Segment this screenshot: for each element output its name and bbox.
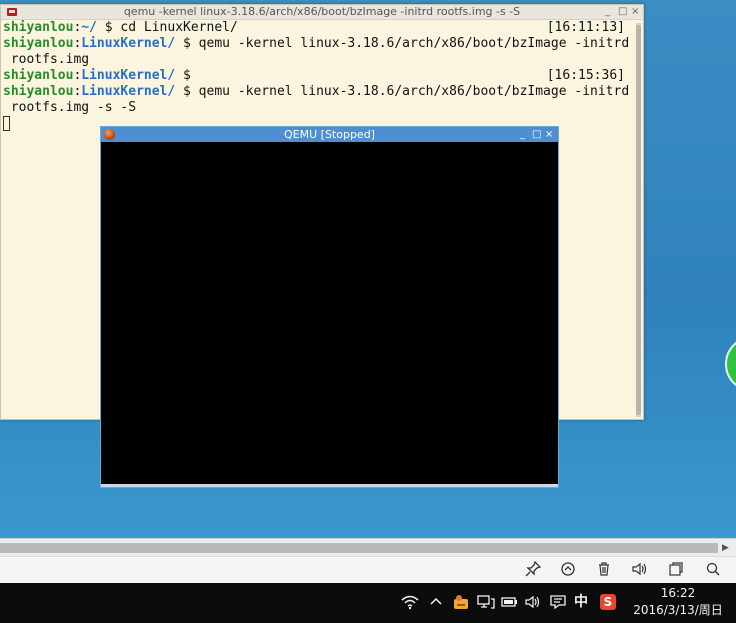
search-icon[interactable] [704,561,722,579]
taskbar: 中 S 16:22 2016/3/13/周日 [0,583,736,623]
command-text: $ [175,68,191,83]
wifi-icon[interactable] [400,594,420,615]
command-text: $ qemu -kernel linux-3.18.6/arch/x86/boo… [175,36,630,51]
clock[interactable]: 16:22 2016/3/13/周日 [628,585,728,619]
terminal-titlebar[interactable]: qemu -kernel linux-3.18.6/arch/x86/boot/… [1,5,643,20]
timestamp: [16:11:13] [546,20,625,35]
scroll-right-arrow-icon[interactable]: ▶ [722,542,729,554]
timestamp: [16:15:36] [546,68,625,83]
qemu-title: QEMU [Stopped] [284,128,375,141]
command-text: rootfs.img -s -S [3,100,137,115]
refresh-icon[interactable] [559,561,577,579]
prompt-path: LinuxKernel/ [81,36,176,51]
network-icon[interactable] [477,594,495,615]
prompt-path: ~/ [81,20,97,35]
terminal-line: rootfs.img -s -S [3,100,643,116]
terminal-line: rootfs.img [3,52,643,68]
qemu-titlebar[interactable]: QEMU [Stopped] _ □ × [101,127,558,142]
notification-icon[interactable] [549,594,567,615]
chevron-up-icon[interactable] [428,594,444,613]
terminal-line: shiyanlou:LinuxKernel/ $ qemu -kernel li… [3,36,643,52]
pin-icon[interactable] [524,560,542,579]
clock-date: 2016/3/13/周日 [633,603,723,617]
qemu-window-border [101,484,558,487]
minimize-button[interactable]: _ [605,5,610,19]
terminal-line: shiyanlou:LinuxKernel/ $ qemu -kernel li… [3,84,643,100]
command-text: $ cd LinuxKernel/ [96,20,238,35]
qemu-window[interactable]: QEMU [Stopped] _ □ × [100,126,559,488]
terminal-scrollbar[interactable] [636,23,641,417]
maximize-button[interactable]: □ [618,5,627,19]
prompt-user: shiyanlou [3,68,74,83]
host-toolbar [0,556,736,584]
sogou-icon[interactable]: S [600,594,616,610]
qemu-close-button[interactable]: × [545,127,553,142]
qemu-maximize-button[interactable]: □ [532,127,541,142]
command-text: rootfs.img [3,52,90,67]
prompt-user: shiyanlou [3,84,74,99]
prompt-path: LinuxKernel/ [81,68,176,83]
terminal-title: qemu -kernel linux-3.18.6/arch/x86/boot/… [123,5,521,18]
terminal-output[interactable]: shiyanlou:~/ $ cd LinuxKernel/[16:11:13]… [1,20,643,132]
volume-icon[interactable] [631,561,649,579]
clock-time: 16:22 [660,586,696,600]
window-icon[interactable] [667,561,685,579]
qemu-minimize-button[interactable]: _ [520,127,525,142]
desktop-green-circle [725,336,736,392]
terminal-scrollbar-thumb[interactable] [636,25,641,415]
prompt-user: shiyanlou [3,20,74,35]
terminal-line: shiyanlou:~/ $ cd LinuxKernel/[16:11:13] [3,20,643,36]
command-text: $ qemu -kernel linux-3.18.6/arch/x86/boo… [175,84,630,99]
terminal-line: shiyanlou:LinuxKernel/ $ [16:15:36] [3,68,643,84]
text-cursor [3,116,10,131]
trash-icon[interactable] [595,561,613,579]
host-scrollbar-thumb[interactable] [0,543,718,553]
prompt-path: LinuxKernel/ [81,84,176,99]
qemu-display[interactable] [101,142,558,484]
close-button[interactable]: × [631,5,639,19]
prompt-user: shiyanlou [3,36,74,51]
speaker-icon[interactable] [524,594,542,615]
app-tray-icon[interactable] [452,593,470,616]
ime-indicator[interactable]: 中 [572,594,590,610]
battery-icon[interactable] [501,594,519,615]
host-horizontal-scrollbar[interactable]: ▶ [0,538,736,557]
